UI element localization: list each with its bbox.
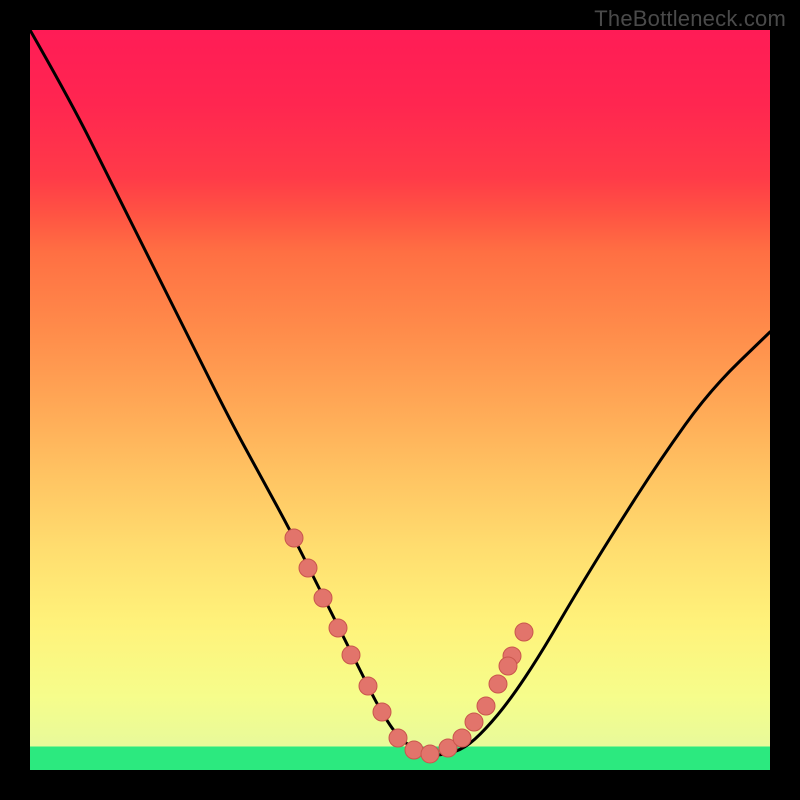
data-point-marker [285, 529, 303, 547]
data-point-marker [489, 675, 507, 693]
data-point-marker [515, 623, 533, 641]
data-point-marker [359, 677, 377, 695]
data-point-marker [342, 646, 360, 664]
data-point-marker [405, 741, 423, 759]
data-point-marker [499, 657, 517, 675]
data-point-marker [373, 703, 391, 721]
chart-svg [30, 30, 770, 770]
data-point-marker [477, 697, 495, 715]
data-point-marker [314, 589, 332, 607]
data-point-marker [299, 559, 317, 577]
bottleneck-curve [30, 30, 770, 755]
data-point-marker [465, 713, 483, 731]
chart-plot-area [30, 30, 770, 770]
data-point-marker [329, 619, 347, 637]
chart-frame: TheBottleneck.com [0, 0, 800, 800]
watermark-text: TheBottleneck.com [594, 6, 786, 32]
data-point-marker [389, 729, 407, 747]
data-point-marker [453, 729, 471, 747]
data-point-marker [421, 745, 439, 763]
